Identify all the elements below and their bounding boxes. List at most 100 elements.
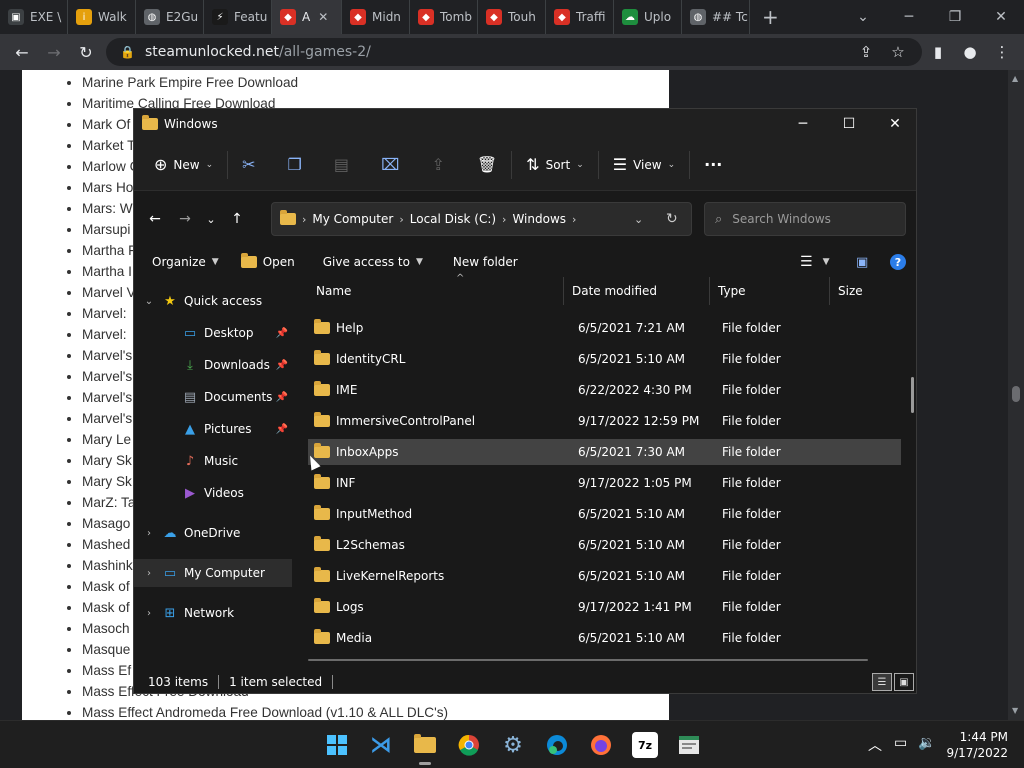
browser-tab[interactable]: ◍ ## Tc [682,0,750,34]
column-header-name[interactable]: Name ^ [308,273,564,305]
copy-button[interactable]: ❐ [280,149,310,181]
app-window-icon[interactable] [673,729,705,761]
file-row[interactable]: L2Schemas 6/5/2021 5:10 AM File folder [308,532,901,558]
show-hidden-icons[interactable]: ︿ [868,735,882,755]
file-explorer-taskbar-icon[interactable] [409,729,441,765]
address-bar[interactable]: › My Computer › Local Disk (C:) › Window… [271,202,692,236]
file-row[interactable]: InputMethod 6/5/2021 5:10 AM File folder [308,501,901,527]
edge-icon[interactable] [541,729,573,761]
browser-tab[interactable]: ◆ Touh [478,0,546,34]
nav-item-documents[interactable]: ▤ Documents 📌 [134,383,292,411]
reload-icon[interactable]: ↻ [70,36,102,68]
bookmark-star-icon[interactable]: ☆ [882,34,914,70]
file-row[interactable]: INF 9/17/2022 1:05 PM File folder [308,470,901,496]
forward-icon[interactable]: → [170,204,200,234]
chrome-icon[interactable] [453,729,485,761]
expand-chevron-icon[interactable]: › [142,608,156,619]
organize-button[interactable]: Organize ▼ [142,247,229,277]
nav-item-my-computer[interactable]: › ▭ My Computer [134,559,292,587]
close-icon[interactable]: ✕ [872,109,918,139]
tiles-view-toggle[interactable]: ▣ [894,673,914,691]
open-button[interactable]: Open [231,247,305,277]
nav-item-desktop[interactable]: ▭ Desktop 📌 [134,319,292,347]
column-header-size[interactable]: Size [830,277,900,305]
preview-pane-button[interactable]: ▣ [846,247,878,277]
7zip-icon[interactable]: 7z [632,732,658,758]
start-button[interactable] [321,729,353,761]
restore-icon[interactable]: ❐ [932,0,978,34]
browser-tab[interactable]: ▣ EXE \ [0,0,68,34]
back-icon[interactable]: ← [6,36,38,68]
up-icon[interactable]: ↑ [222,204,252,234]
browser-tab[interactable]: ◆ A ✕ [272,0,342,34]
side-panel-icon[interactable]: ▮ [922,34,954,70]
scroll-down-icon[interactable]: ▼ [1012,706,1018,715]
refresh-icon[interactable]: ↻ [666,211,678,227]
new-button[interactable]: ⊕ New ⌄ [146,149,221,181]
more-options-button[interactable]: ··· [696,149,730,181]
back-icon[interactable]: ← [140,204,170,234]
nav-item-network[interactable]: › ⊞ Network [134,599,292,627]
maximize-icon[interactable]: ☐ [826,109,872,139]
vscode-icon[interactable]: ⋊ [365,729,397,761]
scroll-up-icon[interactable]: ▲ [1012,74,1018,83]
settings-icon[interactable]: ⚙ [497,729,529,761]
rename-button[interactable]: ⌧ [373,149,407,181]
change-view-button[interactable]: ☰ ▼ [790,247,839,277]
file-row[interactable]: LiveKernelReports 6/5/2021 5:10 AM File fo… [308,563,901,589]
scrollbar-thumb[interactable] [1012,386,1020,402]
details-view-toggle[interactable]: ☰ [872,673,892,691]
help-button[interactable]: ? [880,247,916,277]
recent-locations-icon[interactable]: ⌄ [200,204,222,234]
scrollbar-thumb[interactable] [911,377,914,413]
nav-item-downloads[interactable]: ⤓ Downloads 📌 [134,351,292,379]
browser-tab[interactable]: i Walk [68,0,136,34]
cut-button[interactable]: ✂ [234,149,263,181]
nav-item-music[interactable]: ♪ Music [134,447,292,475]
tab-search-icon[interactable]: ⌄ [840,0,886,34]
nav-item-onedrive[interactable]: › ☁ OneDrive [134,519,292,547]
browser-tab[interactable]: ◆ Tomb [410,0,478,34]
close-tab-icon[interactable]: ✕ [318,10,328,24]
clock[interactable]: 1:44 PM 9/17/2022 [946,729,1008,761]
minimize-icon[interactable]: ─ [780,109,826,139]
nav-item-pictures[interactable]: ▲ Pictures 📌 [134,415,292,443]
explorer-title-bar[interactable]: Windows ─ ☐ ✕ [134,109,916,139]
view-button[interactable]: ☰ View ⌄ [605,149,683,181]
new-tab-button[interactable]: + [750,5,791,29]
breadcrumb-local-disk[interactable]: Local Disk (C:) [410,212,496,226]
browser-tab[interactable]: ☁ Uplo [614,0,682,34]
share-button[interactable]: ⇪ [423,149,452,181]
close-icon[interactable]: ✕ [978,0,1024,34]
breadcrumb-my-computer[interactable]: My Computer [312,212,393,226]
forward-icon[interactable]: → [38,36,70,68]
game-link[interactable]: Mass Effect Andromeda Free Download (v1.… [82,702,669,720]
file-row[interactable]: IME 6/22/2022 4:30 PM File folder [308,377,901,403]
nav-item-videos[interactable]: ▶ Videos [134,479,292,507]
firefox-icon[interactable] [585,729,617,761]
page-scrollbar[interactable]: ▲ ▼ [1008,70,1024,720]
address-dropdown-icon[interactable]: ⌄ [634,213,643,226]
profile-icon[interactable]: ● [954,34,986,70]
file-row[interactable]: Logs 9/17/2022 1:41 PM File folder [308,594,901,620]
file-row[interactable]: InboxApps 6/5/2021 7:30 AM File folder [308,439,901,465]
network-icon[interactable]: ▭ [894,735,907,751]
breadcrumb-windows[interactable]: Windows [512,212,566,226]
menu-icon[interactable]: ⋮ [986,34,1018,70]
file-list-scrollbar[interactable] [908,307,918,647]
url-bar[interactable]: 🔒 steamunlocked.net/all-games-2/ [106,38,922,66]
browser-tab[interactable]: ⚡ Featu [204,0,272,34]
file-row[interactable]: Help 6/5/2021 7:21 AM File folder [308,315,901,341]
file-row[interactable]: IdentityCRL 6/5/2021 5:10 AM File folder [308,346,901,372]
file-row[interactable]: ImmersiveControlPanel 9/17/2022 12:59 PM F… [308,408,901,434]
browser-tab[interactable]: ◆ Traffi [546,0,614,34]
paste-button[interactable]: ▤ [326,149,357,181]
share-icon[interactable]: ⇪ [850,34,882,70]
volume-icon[interactable]: 🔉 [918,735,935,751]
browser-tab[interactable]: ◆ Midn [342,0,410,34]
expand-chevron-icon[interactable]: › [142,528,156,539]
sort-button[interactable]: ⇅ Sort ⌄ [518,149,592,181]
search-input[interactable]: ⌕ Search Windows [704,202,906,236]
file-row[interactable]: Media 6/5/2021 5:10 AM File folder [308,625,901,651]
expand-chevron-icon[interactable]: › [142,568,156,579]
